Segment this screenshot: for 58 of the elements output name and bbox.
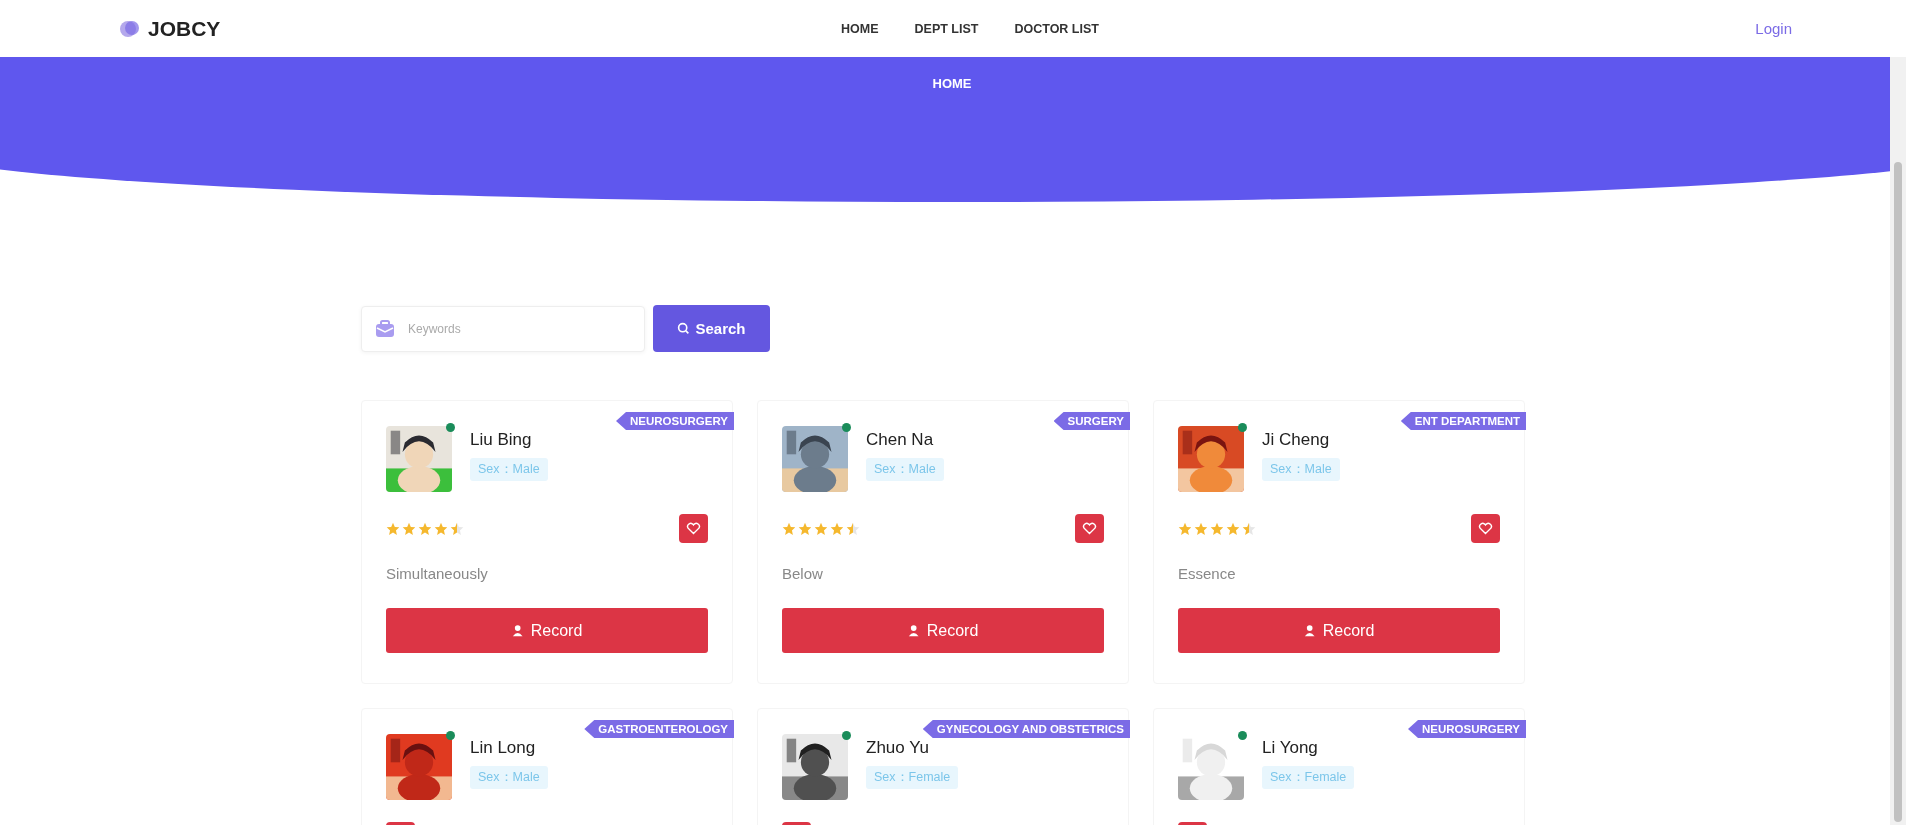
department-tag: GASTROENTEROLOGY	[584, 720, 734, 738]
star-icon	[782, 521, 796, 536]
record-button[interactable]: Record	[386, 608, 708, 653]
star-icon	[830, 521, 844, 536]
heart-icon	[1478, 522, 1493, 535]
sex-tag: Sex：Male	[470, 458, 548, 481]
department-tag: ENT DEPARTMENT	[1400, 412, 1526, 430]
star-icon	[450, 521, 464, 536]
star-icon	[1210, 521, 1224, 536]
record-button[interactable]: Record	[782, 608, 1104, 653]
doctor-note: Below	[782, 565, 824, 582]
doctor-name: Liu Bing	[470, 430, 532, 450]
search-icon	[677, 322, 691, 335]
sex-tag: Sex：Male	[1262, 458, 1340, 481]
scrollbar[interactable]	[1890, 57, 1906, 825]
doctor-name: Li Yong	[1262, 738, 1318, 758]
doctor-note: Simultaneously	[386, 565, 489, 582]
favorite-button[interactable]	[1471, 514, 1500, 543]
brand-name: JOBCY	[148, 16, 221, 41]
record-button[interactable]: Record	[1178, 608, 1500, 653]
doctor-name: Zhuo Yu	[866, 738, 930, 758]
star-icon	[1178, 521, 1192, 536]
doctor-name: Ji Cheng	[1262, 430, 1330, 450]
star-icon	[402, 521, 416, 536]
sex-tag: Sex：Male	[470, 766, 548, 789]
department-tag: SURGERY	[1053, 412, 1130, 430]
heart-icon	[686, 522, 701, 535]
star-icon	[434, 521, 448, 536]
doctor-note: Essence	[1178, 565, 1237, 582]
department-tag: GYNECOLOGY AND OBSTETRICS	[922, 720, 1130, 738]
heart-icon	[1082, 522, 1097, 535]
star-icon	[846, 521, 860, 536]
doctor-name: Chen Na	[866, 430, 934, 450]
star-icon	[1242, 521, 1256, 536]
sex-tag: Sex：Female	[866, 766, 959, 789]
favorite-button[interactable]	[679, 514, 708, 543]
doctor-name: Lin Long	[470, 738, 536, 758]
nav-link[interactable]: DEPT LIST	[914, 21, 979, 36]
user-icon	[511, 624, 525, 637]
login-link[interactable]: Login	[1492, 20, 1792, 37]
search-button[interactable]: Search	[653, 305, 770, 352]
department-tag: NEUROSURGERY	[1408, 720, 1526, 738]
user-icon	[907, 624, 921, 637]
star-icon	[1194, 521, 1208, 536]
star-icon	[386, 521, 400, 536]
star-icon	[418, 521, 432, 536]
nav-link[interactable]: DOCTOR LIST	[1014, 21, 1099, 36]
banner-title: HOME	[932, 76, 972, 92]
sex-tag: Sex：Male	[866, 458, 944, 481]
star-icon	[814, 521, 828, 536]
search-field[interactable]: Keywords	[361, 305, 645, 352]
star-icon	[1226, 521, 1240, 536]
favorite-button[interactable]	[1075, 514, 1104, 543]
department-tag: NEUROSURGERY	[616, 412, 734, 430]
star-icon	[798, 521, 812, 536]
nav-link[interactable]: HOME	[841, 21, 879, 36]
user-icon	[1303, 624, 1317, 637]
sex-tag: Sex：Female	[1262, 766, 1355, 789]
